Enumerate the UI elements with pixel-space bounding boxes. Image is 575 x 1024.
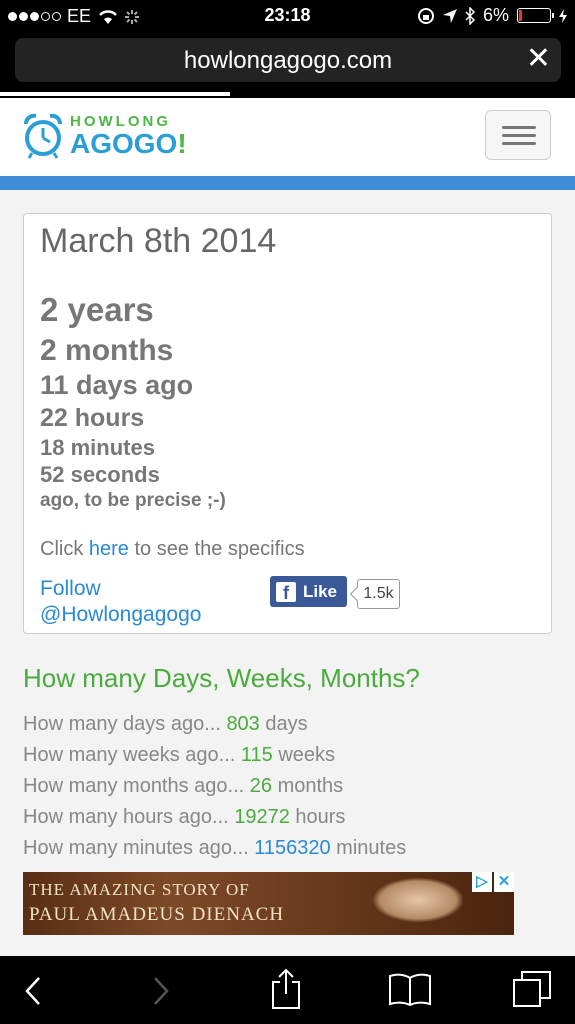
stats-heading: How many Days, Weeks, Months? [23,663,420,693]
address-bar[interactable]: howlongagogo.com ✕ [15,38,561,82]
browser-address-area: howlongagogo.com ✕ [0,32,575,98]
page-load-progress [0,92,230,96]
facebook-like-button[interactable]: f Like [270,576,347,607]
browser-toolbar [0,956,575,1024]
charging-bolt-icon [559,8,567,23]
elapsed-time-card: March 8th 2014 2 years 2 months 11 days ag… [23,213,552,634]
logo-exclamation: ! [177,128,187,159]
specifics-link[interactable]: here [89,538,129,560]
url-text[interactable]: howlongagogo.com [15,47,561,75]
back-icon[interactable] [24,976,42,1006]
ad-text-line1: THE AMAZING STORY OF [29,880,250,899]
header-divider [0,176,575,190]
site-header: HOWLONG AGOGO! [0,98,575,176]
selected-date: March 8th 2014 [40,222,277,260]
adchoices-icon[interactable]: ▷ [472,872,492,892]
logo-text-bottom: AGOGO [70,128,178,159]
stat-value: 26 [249,775,273,797]
ad-hand-image [373,878,463,922]
forward-icon[interactable] [152,976,170,1006]
stat-row: How many hours ago... 19272 hours [23,806,346,828]
elapsed-line: 2 months [40,334,174,367]
elapsed-line: 22 hours [40,404,145,432]
menu-button[interactable] [485,110,551,160]
bookmarks-icon[interactable] [388,972,432,1006]
elapsed-line: ago, to be precise ;-) [40,490,226,511]
twitter-follow-link[interactable]: Follow @Howlongagogo [40,576,201,628]
ad-choices-badge[interactable]: ▷ ✕ [472,872,514,892]
share-icon[interactable] [270,968,302,1010]
elapsed-line: 2 years [40,291,154,328]
rotation-lock-icon [417,7,434,24]
ad-close-icon[interactable]: ✕ [494,872,514,892]
stat-value: 115 [240,744,273,766]
stat-value: 803 [226,713,260,735]
battery-percent: 6% [482,5,509,25]
bluetooth-icon [465,6,475,25]
alarm-clock-icon [24,113,62,159]
stat-row: How many months ago... 26 months [23,775,344,797]
elapsed-line: 11 days ago [40,370,194,400]
stat-row: How many minutes ago... 1156320 minutes [23,837,407,859]
elapsed-line: 18 minutes [40,435,155,460]
stat-value: 19272 [234,806,290,828]
status-bar: EE 23:18 6% [0,0,575,32]
facebook-like-count: 1.5k [357,579,400,609]
advertisement-banner[interactable]: THE AMAZING STORY OF PAUL AMADEUS DIENAC… [23,872,514,935]
facebook-icon: f [276,581,296,603]
stat-row: How many days ago... 803 days [23,713,308,735]
location-arrow-icon [442,8,457,23]
tabs-icon[interactable] [512,970,552,1008]
specifics-line: Click here to see the specifics [40,538,305,560]
stat-value: 1156320 [254,837,331,859]
stat-row: How many weeks ago... 115 weeks [23,744,336,766]
stop-loading-icon[interactable]: ✕ [526,44,551,74]
ad-text-line2: PAUL AMADEUS DIENACH [29,904,285,925]
elapsed-line: 52 seconds [40,462,160,487]
battery-icon [517,8,554,23]
site-logo[interactable]: HOWLONG AGOGO! [22,110,187,162]
